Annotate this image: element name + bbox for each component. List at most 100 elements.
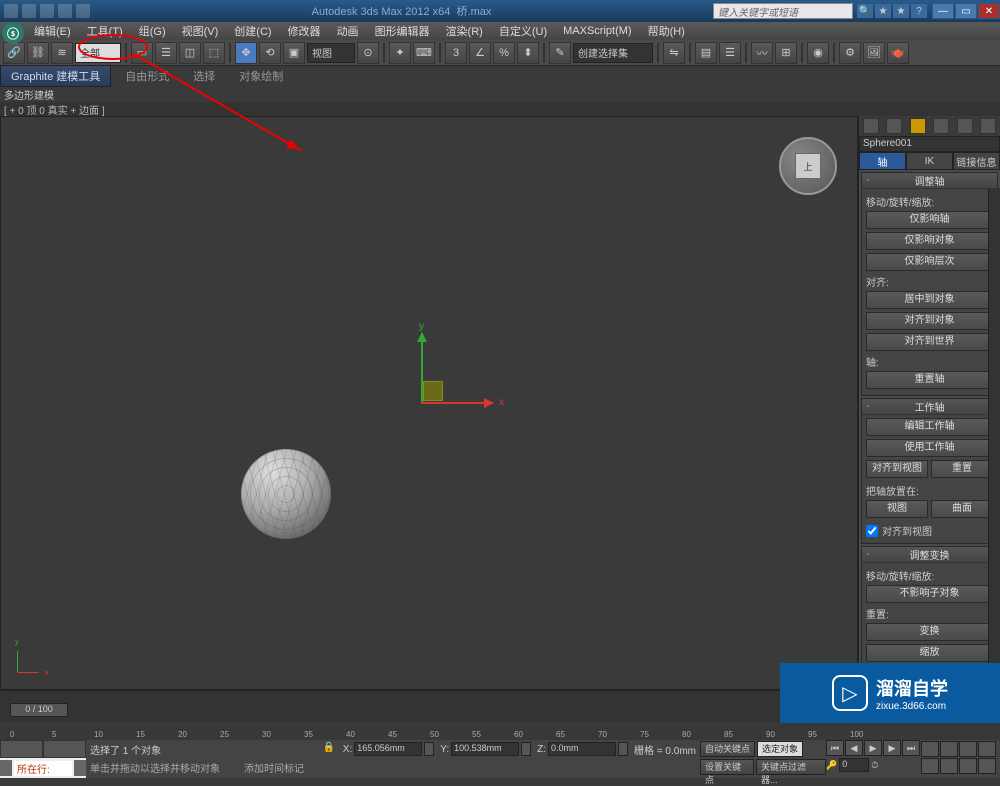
zoom-icon[interactable] xyxy=(921,741,939,757)
menu-animation[interactable]: 动画 xyxy=(329,22,367,40)
percent-snap-icon[interactable]: % xyxy=(493,42,515,64)
key-mode-icon[interactable]: 🔑 xyxy=(826,760,837,771)
hierarchy-tab-icon[interactable] xyxy=(910,118,926,134)
pivot-center-icon[interactable]: ⊙ xyxy=(357,42,379,64)
adjust-transform-header[interactable]: 调整变换 xyxy=(862,547,997,563)
render-icon[interactable]: 🫖 xyxy=(887,42,909,64)
mirror-icon[interactable]: ⇋ xyxy=(663,42,685,64)
use-wp-button[interactable]: 使用工作轴 xyxy=(866,439,993,457)
max-toggle-icon[interactable] xyxy=(978,758,996,774)
current-frame-input[interactable]: 0 xyxy=(839,758,869,772)
align-view-button[interactable]: 对齐到视图 xyxy=(866,460,928,478)
scale-button[interactable]: 缩放 xyxy=(866,644,993,662)
help-search-icon[interactable]: 🔍 xyxy=(857,4,873,18)
orbit-icon[interactable] xyxy=(959,758,977,774)
snap-3d-icon[interactable]: 3 xyxy=(445,42,467,64)
viewcube-face[interactable]: 上 xyxy=(795,153,821,179)
edit-named-sel-icon[interactable]: ✎ xyxy=(549,42,571,64)
new-icon[interactable] xyxy=(4,4,18,18)
align-to-world-button[interactable]: 对齐到世界 xyxy=(866,333,993,351)
x-spinner[interactable] xyxy=(424,742,434,756)
graphite-freeform-tab[interactable]: 自由形式 xyxy=(113,66,181,86)
panel-scrollbar[interactable] xyxy=(988,188,1000,690)
goto-start-icon[interactable]: ⏮ xyxy=(826,740,844,756)
pan-icon[interactable] xyxy=(940,758,958,774)
save-icon[interactable] xyxy=(40,4,54,18)
viewport[interactable]: 上 y x yx xyxy=(0,116,858,690)
zoom-extents-icon[interactable] xyxy=(959,741,977,757)
rendered-frame-icon[interactable]: 🖼 xyxy=(863,42,885,64)
close-button[interactable]: ✕ xyxy=(978,3,1000,19)
gizmo-xy-plane[interactable] xyxy=(423,381,443,401)
menu-customize[interactable]: 自定义(U) xyxy=(491,22,555,40)
time-slider-thumb[interactable]: 0 / 100 xyxy=(10,703,68,717)
curve-editor-icon[interactable]: 〰 xyxy=(751,42,773,64)
y-spinner[interactable] xyxy=(521,742,531,756)
lock-icon[interactable]: 🔒 xyxy=(323,742,337,756)
fov-icon[interactable] xyxy=(921,758,939,774)
menu-edit[interactable]: 编辑(E) xyxy=(26,22,79,40)
prev-frame-icon[interactable]: ◀ xyxy=(845,740,863,756)
menu-maxscript[interactable]: MAXScript(M) xyxy=(555,22,639,40)
app-icon[interactable]: ⓢ xyxy=(2,22,24,44)
redo-icon[interactable] xyxy=(76,4,90,18)
selected-pair[interactable]: 选定对象 xyxy=(757,741,803,757)
y-input[interactable]: 100.538mm xyxy=(451,742,519,756)
reset-button[interactable]: 重置 xyxy=(931,460,993,478)
select-manipulate-icon[interactable]: ✦ xyxy=(389,42,411,64)
schematic-icon[interactable]: ⊞ xyxy=(775,42,797,64)
transform-button[interactable]: 变换 xyxy=(866,623,993,641)
search-input[interactable]: 键入关键字或短语 xyxy=(713,3,853,19)
select-icon[interactable]: ▭ xyxy=(131,42,153,64)
viewport-label[interactable]: [ + 0 顶 0 真实 + 边面 ] xyxy=(0,102,1000,116)
zoom-extents-all-icon[interactable] xyxy=(978,741,996,757)
graphite-main-tab[interactable]: Graphite 建模工具 xyxy=(0,65,111,87)
time-ruler[interactable]: 0510152025303540455055606570758085909510… xyxy=(0,722,1000,740)
scale-icon[interactable]: ▣ xyxy=(283,42,305,64)
viewcube[interactable]: 上 xyxy=(779,137,837,195)
menu-create[interactable]: 创建(C) xyxy=(226,22,279,40)
render-setup-icon[interactable]: ⚙ xyxy=(839,42,861,64)
x-input[interactable]: 165.056mm xyxy=(354,742,422,756)
graphite-paint-tab[interactable]: 对象绘制 xyxy=(227,66,295,86)
mini-listener-2[interactable] xyxy=(43,740,86,758)
edit-wp-button[interactable]: 编辑工作轴 xyxy=(866,418,993,436)
center-to-object-button[interactable]: 居中到对象 xyxy=(866,291,993,309)
unlink-icon[interactable]: ⛓ xyxy=(27,42,49,64)
minimize-button[interactable]: ― xyxy=(932,3,954,19)
menu-help[interactable]: 帮助(H) xyxy=(640,22,693,40)
menu-tools[interactable]: 工具(T) xyxy=(79,22,131,40)
utilities-tab-icon[interactable] xyxy=(980,118,996,134)
menu-group[interactable]: 组(G) xyxy=(131,22,174,40)
linkinfo-tab[interactable]: 链接信息 xyxy=(953,152,1000,170)
play-icon[interactable]: ▶ xyxy=(864,740,882,756)
help-icon[interactable]: ? xyxy=(911,4,927,18)
restore-button[interactable]: ▭ xyxy=(955,3,977,19)
menu-views[interactable]: 视图(V) xyxy=(174,22,227,40)
selection-filter-dropdown[interactable]: 全部 xyxy=(75,43,121,63)
view-button[interactable]: 视图 xyxy=(866,500,928,518)
add-time-tag[interactable]: 添加时间标记 xyxy=(244,760,304,775)
move-icon[interactable]: ✥ xyxy=(235,42,257,64)
goto-end-icon[interactable]: ⏭ xyxy=(902,740,920,756)
layers-icon[interactable]: ☰ xyxy=(719,42,741,64)
time-config-icon[interactable]: ⏱ xyxy=(871,760,878,771)
open-icon[interactable] xyxy=(22,4,36,18)
surface-button[interactable]: 曲面 xyxy=(931,500,993,518)
gizmo-x-axis[interactable] xyxy=(421,402,493,404)
pivot-tab[interactable]: 轴 xyxy=(859,152,906,170)
create-tab-icon[interactable] xyxy=(863,118,879,134)
bind-icon[interactable]: ≋ xyxy=(51,42,73,64)
named-selection-dropdown[interactable]: 创建选择集 xyxy=(573,43,653,63)
material-editor-icon[interactable]: ◉ xyxy=(807,42,829,64)
affect-pivot-button[interactable]: 仅影响轴 xyxy=(866,211,993,229)
dont-affect-children-button[interactable]: 不影响子对象 xyxy=(866,585,993,603)
menu-modifiers[interactable]: 修改器 xyxy=(280,22,329,40)
select-region-icon[interactable]: ◫ xyxy=(179,42,201,64)
display-tab-icon[interactable] xyxy=(957,118,973,134)
spinner-snap-icon[interactable]: ⬍ xyxy=(517,42,539,64)
keyboard-shortcut-icon[interactable]: ⌨ xyxy=(413,42,435,64)
rotate-icon[interactable]: ⟲ xyxy=(259,42,281,64)
object-name-field[interactable]: Sphere001 xyxy=(859,136,1000,152)
align-icon[interactable]: ▤ xyxy=(695,42,717,64)
